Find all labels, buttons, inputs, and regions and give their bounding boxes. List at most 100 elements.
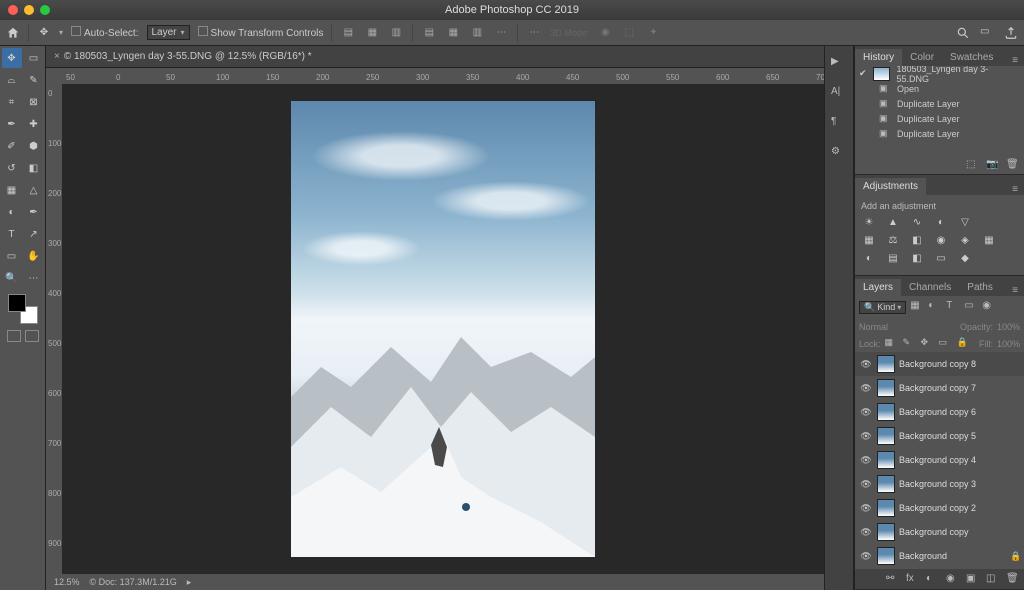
lock-transparency-icon[interactable]: ▦	[885, 337, 899, 351]
zoom-level[interactable]: 12.5%	[54, 577, 80, 587]
path-tool[interactable]: ↗	[24, 224, 44, 244]
layer-visibility-icon[interactable]: 👁	[859, 551, 873, 562]
lasso-tool[interactable]: ⌓	[2, 70, 22, 90]
layer-visibility-icon[interactable]: 👁	[859, 527, 873, 538]
fill-value[interactable]: 100%	[997, 339, 1020, 349]
layer-visibility-icon[interactable]: 👁	[859, 503, 873, 514]
layer-row[interactable]: 👁Background🔒	[855, 544, 1024, 568]
tab-paths[interactable]: Paths	[959, 279, 1001, 296]
lock-all-icon[interactable]: 🔒	[957, 337, 971, 351]
vibrance-icon[interactable]: ▽	[957, 215, 973, 229]
close-tab-icon[interactable]: ×	[54, 51, 60, 62]
layer-row[interactable]: 👁Background copy 5	[855, 424, 1024, 448]
align-bottom-icon[interactable]: ▥	[469, 25, 485, 41]
edit-toolbar[interactable]: ⋯	[24, 268, 44, 288]
curves-icon[interactable]: ∿	[909, 215, 925, 229]
paragraph-panel-icon[interactable]: ¶	[831, 116, 847, 132]
quick-select-tool[interactable]: ✎	[24, 70, 44, 90]
layer-visibility-icon[interactable]: 👁	[859, 359, 873, 370]
hand-tool[interactable]: ✋	[24, 246, 44, 266]
invert-icon[interactable]: ◐	[861, 251, 877, 265]
new-group-icon[interactable]: ▣	[966, 573, 978, 585]
delete-state-icon[interactable]: 🗑	[1006, 159, 1018, 171]
doc-info[interactable]: © Doc: 137.3M/1.21G	[90, 577, 177, 587]
search-icon[interactable]	[956, 26, 970, 40]
align-center-h-icon[interactable]: ▦	[364, 25, 380, 41]
maximize-window-button[interactable]	[40, 5, 50, 15]
move-tool[interactable]: ✥	[2, 48, 22, 68]
history-source[interactable]: ✔ 180503_Lyngen day 3-55.DNG	[855, 66, 1024, 81]
screen-mode-icon[interactable]	[25, 330, 39, 342]
foreground-color[interactable]	[8, 294, 26, 312]
shape-tool[interactable]: ▭	[2, 246, 22, 266]
play-icon[interactable]: ▶	[831, 56, 847, 72]
exposure-icon[interactable]: ◐	[933, 215, 949, 229]
tab-adjustments[interactable]: Adjustments	[855, 178, 926, 195]
color-lookup-icon[interactable]: ▦	[981, 233, 997, 247]
levels-icon[interactable]: ▲	[885, 215, 901, 229]
panel-menu-icon[interactable]: ≡	[1006, 184, 1024, 195]
gradient-map-icon[interactable]: ▭	[933, 251, 949, 265]
panel-menu-icon[interactable]: ≡	[1006, 285, 1024, 296]
brush-tool[interactable]: ✐	[2, 136, 22, 156]
close-window-button[interactable]	[8, 5, 18, 15]
filter-type-icon[interactable]: T	[946, 300, 960, 314]
filter-adjust-icon[interactable]: ◐	[928, 300, 942, 314]
layer-row[interactable]: 👁Background copy 7	[855, 376, 1024, 400]
brightness-icon[interactable]: ☀	[861, 215, 877, 229]
auto-select-checkbox[interactable]: Auto-Select:	[71, 26, 138, 39]
eyedropper-tool[interactable]: ✒	[2, 114, 22, 134]
tab-color[interactable]: Color	[902, 49, 942, 66]
lock-artboard-icon[interactable]: ▭	[939, 337, 953, 351]
auto-select-mode-dropdown[interactable]: Layer▾	[147, 25, 190, 40]
blur-tool[interactable]: △	[24, 180, 44, 200]
show-transform-checkbox[interactable]: Show Transform Controls	[198, 26, 324, 39]
properties-panel-icon[interactable]: ⚙	[831, 146, 847, 162]
history-state[interactable]: ▣Duplicate Layer	[855, 111, 1024, 126]
quick-mask-icon[interactable]	[7, 330, 21, 342]
zoom-tool[interactable]: 🔍	[2, 268, 22, 288]
new-layer-icon[interactable]: ◫	[986, 573, 998, 585]
link-layers-icon[interactable]: ⚯	[886, 573, 898, 585]
type-panel-icon[interactable]: A|	[831, 86, 847, 102]
new-document-from-state-icon[interactable]: ⬚	[966, 159, 978, 171]
layer-mask-icon[interactable]: ◐	[926, 573, 938, 585]
threshold-icon[interactable]: ◧	[909, 251, 925, 265]
layer-visibility-icon[interactable]: 👁	[859, 383, 873, 394]
new-fill-adjust-icon[interactable]: ◉	[946, 573, 958, 585]
layer-visibility-icon[interactable]: 👁	[859, 407, 873, 418]
doc-info-chevron[interactable]: ▸	[187, 577, 192, 588]
blend-mode-dropdown[interactable]: Normal	[859, 322, 888, 332]
more-align-icon[interactable]: ⋯	[526, 25, 542, 41]
home-icon[interactable]	[6, 26, 20, 40]
layer-row[interactable]: 👁Background copy 2	[855, 496, 1024, 520]
posterize-icon[interactable]: ▤	[885, 251, 901, 265]
hue-sat-icon[interactable]: ▦	[861, 233, 877, 247]
align-center-v-icon[interactable]: ▦	[445, 25, 461, 41]
gradient-tool[interactable]: ▦	[2, 180, 22, 200]
heal-tool[interactable]: ✚	[24, 114, 44, 134]
distribute-icon[interactable]: ⋯	[493, 25, 509, 41]
layer-style-icon[interactable]: fx	[906, 573, 918, 585]
marquee-tool[interactable]: ▭	[24, 48, 44, 68]
history-state[interactable]: ▣Duplicate Layer	[855, 96, 1024, 111]
opacity-value[interactable]: 100%	[997, 322, 1020, 332]
type-tool[interactable]: T	[2, 224, 22, 244]
layer-row[interactable]: 👁Background copy 6	[855, 400, 1024, 424]
align-left-icon[interactable]: ▤	[340, 25, 356, 41]
layer-visibility-icon[interactable]: 👁	[859, 455, 873, 466]
filter-shape-icon[interactable]: ▭	[964, 300, 978, 314]
dodge-tool[interactable]: ◐	[2, 202, 22, 222]
channel-mixer-icon[interactable]: ◈	[957, 233, 973, 247]
history-brush-tool[interactable]: ↺	[2, 158, 22, 178]
align-right-icon[interactable]: ▥	[388, 25, 404, 41]
eraser-tool[interactable]: ◧	[24, 158, 44, 178]
canvas[interactable]	[62, 84, 824, 574]
align-top-icon[interactable]: ▤	[421, 25, 437, 41]
selective-color-icon[interactable]: ◆	[957, 251, 973, 265]
layer-row[interactable]: 👁Background copy 8	[855, 352, 1024, 376]
color-swatches[interactable]	[8, 294, 38, 324]
history-state[interactable]: ▣Duplicate Layer	[855, 126, 1024, 141]
panel-menu-icon[interactable]: ≡	[1006, 55, 1024, 66]
filter-smart-icon[interactable]: ◉	[982, 300, 996, 314]
